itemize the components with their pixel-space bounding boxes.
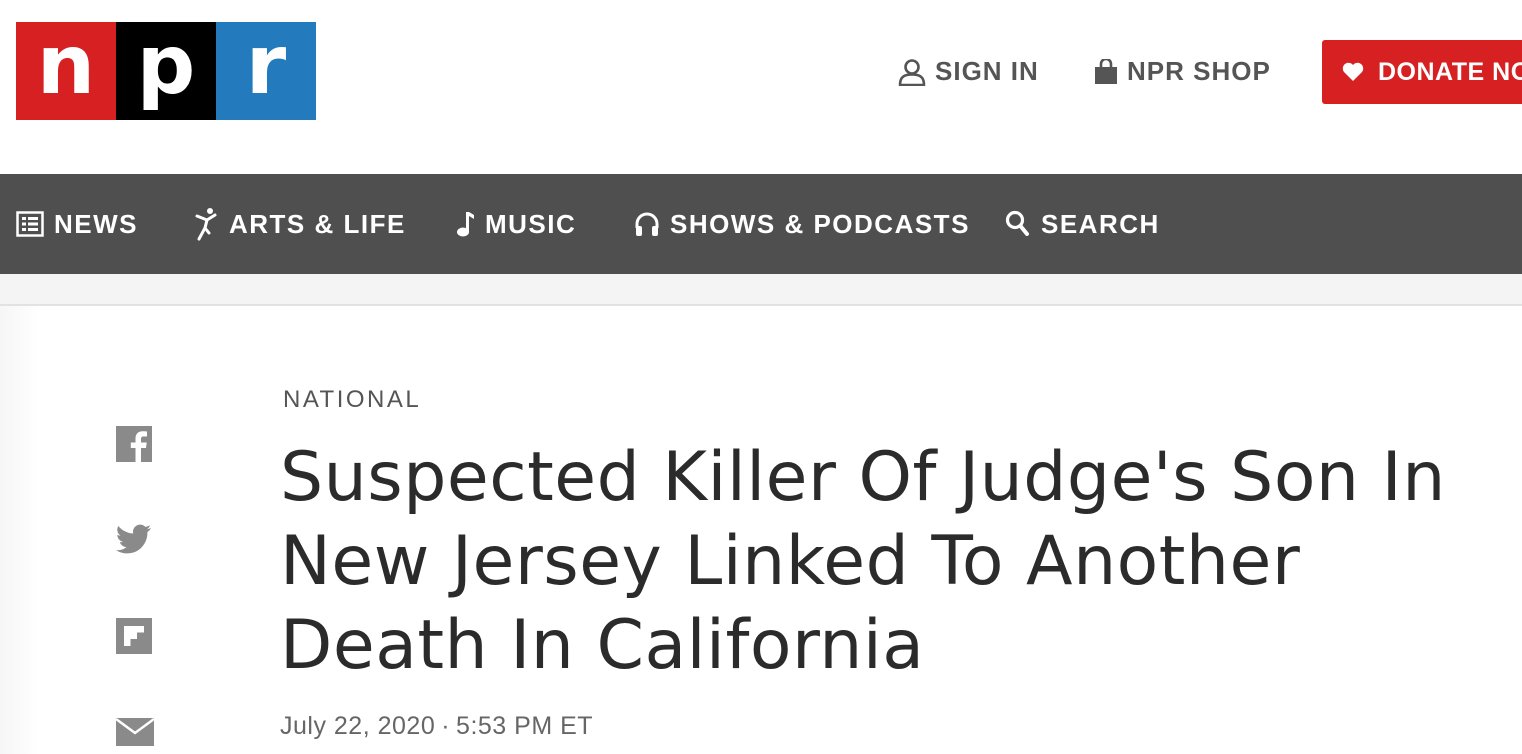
nav-label-search: SEARCH [1041,208,1160,239]
nav-item-search[interactable]: SEARCH [1005,174,1160,274]
logo-letter-p: p [116,22,216,120]
nav-item-news[interactable]: NEWS [16,174,138,274]
logo-letter-r: r [216,22,316,120]
shopping-bag-icon [1095,58,1117,84]
share-flipboard-button[interactable] [116,618,152,659]
nav-item-music[interactable]: MUSIC [455,174,576,274]
donate-label: DONATE NOW [1378,57,1522,86]
article-date: July 22, 2020 [280,712,436,740]
facebook-icon [116,426,152,462]
section-slug[interactable]: National [283,386,421,414]
news-list-icon [16,211,44,237]
nav-label-shows-podcasts: SHOWS & PODCASTS [670,208,970,239]
nav-label-arts-life: ARTS & LIFE [229,208,406,239]
nav-item-arts-life[interactable]: ARTS & LIFE [195,174,406,274]
nav-underbar [0,274,1522,306]
email-icon [115,717,155,746]
article-time: 5:53 PM ET [456,712,594,740]
dancer-icon [195,208,217,241]
sign-in-label: SIGN IN [935,56,1039,86]
date-separator: · [441,712,451,740]
music-note-icon [457,212,474,237]
page-gutter [0,306,40,754]
headphones-icon [635,212,659,236]
main-nav: NEWS ARTS & LIFE MUSIC SHOWS & PODCASTS [0,174,1522,274]
heart-icon [1342,62,1364,81]
nav-label-music: MUSIC [485,208,577,239]
npr-logo[interactable]: n p r [16,22,316,120]
npr-shop-label: NPR SHOP [1127,56,1271,86]
user-icon [898,58,926,86]
search-icon [1005,210,1029,236]
share-twitter-button[interactable] [116,524,152,561]
nav-label-news: NEWS [54,208,138,239]
share-facebook-button[interactable] [116,426,152,467]
donate-button[interactable]: DONATE NOW [1322,40,1522,104]
dateline: July 22, 2020 · 5:53 PM ET [280,712,593,741]
article-headline: Suspected Killer Of Judge's Son In New J… [280,438,1446,685]
npr-shop-link[interactable]: NPR SHOP [1094,56,1271,87]
twitter-icon [116,524,151,554]
sign-in-link[interactable]: SIGN IN [898,56,1039,87]
share-email-button[interactable] [115,716,155,753]
nav-item-shows-podcasts[interactable]: SHOWS & PODCASTS [634,174,970,274]
logo-letter-n: n [16,22,116,120]
flipboard-icon [116,618,152,654]
